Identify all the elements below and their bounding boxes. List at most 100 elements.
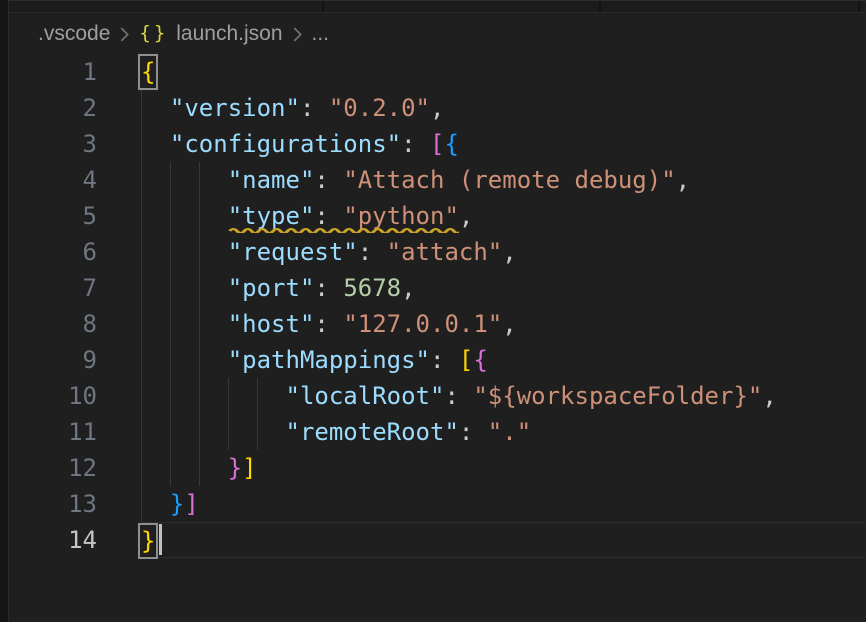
code-line[interactable]: 11 "remoteRoot": "." xyxy=(9,414,866,450)
code-content: }] xyxy=(141,450,866,486)
indent-guide xyxy=(199,378,200,414)
code-content: "configurations": [{ xyxy=(141,126,866,162)
code-token xyxy=(141,166,228,194)
code-token: 5678 xyxy=(343,274,401,302)
code-token: "." xyxy=(488,418,531,446)
code-token: : xyxy=(459,418,488,446)
code-content: "pathMappings": [{ xyxy=(141,342,866,378)
code-content: "localRoot": "${workspaceFolder}", xyxy=(141,378,866,414)
line-number[interactable]: 10 xyxy=(9,378,97,414)
code-token: "${workspaceFolder}" xyxy=(473,382,762,410)
code-line[interactable]: 9 "pathMappings": [{ xyxy=(9,342,866,378)
line-number[interactable]: 4 xyxy=(9,162,97,198)
code-token: ] xyxy=(242,454,256,482)
code-line[interactable]: 14} xyxy=(9,522,866,558)
indent-guide xyxy=(141,198,142,234)
code-content: "name": "Attach (remote debug)", xyxy=(141,162,866,198)
indent-guide xyxy=(199,270,200,306)
code-token: : xyxy=(358,238,387,266)
code-line[interactable]: 10 "localRoot": "${workspaceFolder}", xyxy=(9,378,866,414)
breadcrumb: .vscode {} launch.json ... xyxy=(9,13,866,55)
squiggle-wave-icon xyxy=(228,226,459,233)
line-number[interactable]: 2 xyxy=(9,90,97,126)
tab-separator xyxy=(599,1,601,12)
line-number[interactable]: 6 xyxy=(9,234,97,270)
breadcrumb-symbol-ellipsis[interactable]: ... xyxy=(312,22,330,46)
indent-guide xyxy=(170,162,171,198)
bracket-match: } xyxy=(141,527,155,555)
code-token: "127.0.0.1" xyxy=(343,310,502,338)
code-line[interactable]: 3 "configurations": [{ xyxy=(9,126,866,162)
code-line[interactable]: 8 "host": "127.0.0.1", xyxy=(9,306,866,342)
line-number[interactable]: 8 xyxy=(9,306,97,342)
code-token: "port" xyxy=(228,274,315,302)
code-line[interactable]: 2 "version": "0.2.0", xyxy=(9,90,866,126)
indent-guide xyxy=(170,270,171,306)
indent-guide xyxy=(199,162,200,198)
code-token: : xyxy=(314,310,343,338)
indent-guide xyxy=(141,162,142,198)
line-number[interactable]: 12 xyxy=(9,450,97,486)
code-content: "type": "python", xyxy=(141,198,866,234)
indent-guide xyxy=(170,342,171,378)
line-number[interactable]: 5 xyxy=(9,198,97,234)
code-token: , xyxy=(676,166,690,194)
code-token xyxy=(141,130,170,158)
code-token: "localRoot" xyxy=(286,382,445,410)
code-token: : xyxy=(444,382,473,410)
code-token: [ xyxy=(430,130,444,158)
line-number[interactable]: 14 xyxy=(9,522,97,558)
indent-guide xyxy=(199,234,200,270)
indent-guide xyxy=(199,198,200,234)
code-line[interactable]: 4 "name": "Attach (remote debug)", xyxy=(9,162,866,198)
line-number[interactable]: 7 xyxy=(9,270,97,306)
code-line[interactable]: 13 }] xyxy=(9,486,866,522)
indent-guide xyxy=(141,126,142,162)
line-number[interactable]: 3 xyxy=(9,126,97,162)
indent-guide xyxy=(141,342,142,378)
breadcrumb-folder-vscode[interactable]: .vscode xyxy=(38,22,110,46)
code-token xyxy=(141,490,170,518)
code-token: , xyxy=(502,238,516,266)
code-line[interactable]: 7 "port": 5678, xyxy=(9,270,866,306)
breadcrumb-file-launch-json[interactable]: {} launch.json xyxy=(139,22,282,46)
code-token xyxy=(141,274,228,302)
tab-separator xyxy=(322,1,324,12)
indent-guide xyxy=(199,306,200,342)
indent-guide xyxy=(199,342,200,378)
code-token: , xyxy=(502,310,516,338)
code-token: "remoteRoot" xyxy=(286,418,459,446)
indent-guide xyxy=(228,378,229,414)
line-number[interactable]: 13 xyxy=(9,486,97,522)
indent-guide xyxy=(170,414,171,450)
editor-left-edge xyxy=(0,0,9,622)
code-token: , xyxy=(401,274,415,302)
code-editor[interactable]: 1{2 "version": "0.2.0",3 "configurations… xyxy=(9,54,866,558)
indent-guide xyxy=(257,378,258,414)
line-number[interactable]: 1 xyxy=(9,54,97,90)
chevron-right-icon xyxy=(292,26,303,43)
code-content: { xyxy=(141,54,866,90)
line-number[interactable]: 9 xyxy=(9,342,97,378)
indent-guide xyxy=(141,306,142,342)
indent-guide xyxy=(228,414,229,450)
code-token xyxy=(141,238,228,266)
code-content: "host": "127.0.0.1", xyxy=(141,306,866,342)
code-token: "host" xyxy=(228,310,315,338)
warning-squiggle: "type": "python" xyxy=(228,202,459,230)
tab-separator xyxy=(858,1,860,12)
indent-guide xyxy=(257,414,258,450)
code-line[interactable]: 1{ xyxy=(9,54,866,90)
chevron-right-icon xyxy=(119,26,130,43)
code-line[interactable]: 12 }] xyxy=(9,450,866,486)
code-line[interactable]: 5 "type": "python", xyxy=(9,198,866,234)
code-token: { xyxy=(444,130,458,158)
code-token: "0.2.0" xyxy=(329,94,430,122)
code-content: "remoteRoot": "." xyxy=(141,414,866,450)
code-line[interactable]: 6 "request": "attach", xyxy=(9,234,866,270)
text-cursor xyxy=(159,524,162,555)
line-number[interactable]: 11 xyxy=(9,414,97,450)
code-content: "port": 5678, xyxy=(141,270,866,306)
json-braces-icon: {} xyxy=(139,22,168,44)
code-token: } xyxy=(228,454,242,482)
